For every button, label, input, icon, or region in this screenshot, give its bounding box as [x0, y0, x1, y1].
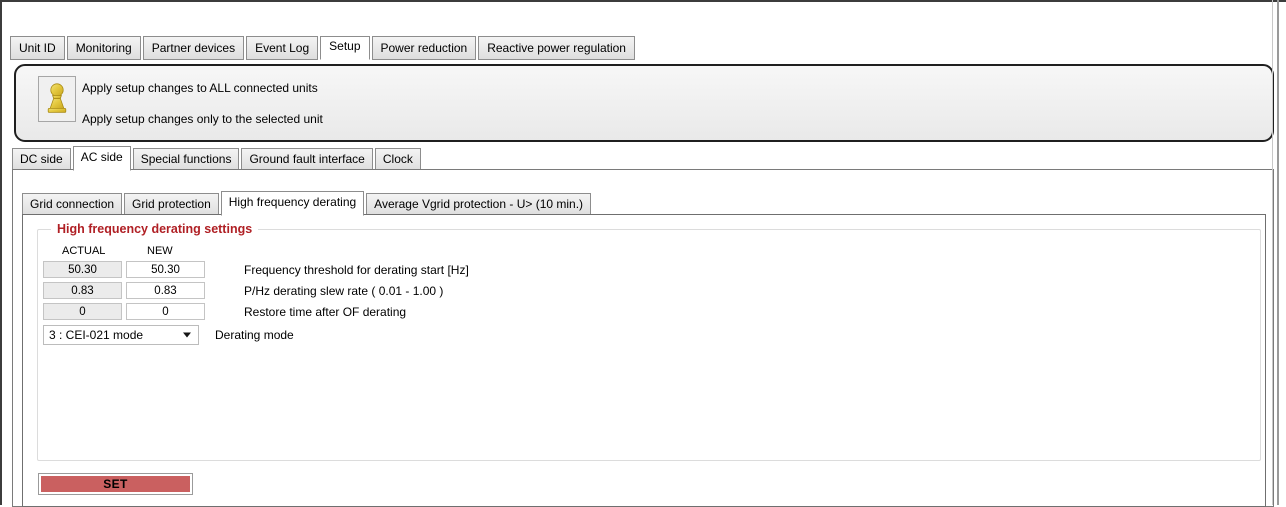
tab-event-log[interactable]: Event Log — [246, 36, 319, 60]
window-right-edge — [1277, 0, 1279, 505]
tab-clock[interactable]: Clock — [374, 148, 421, 171]
tab-power-reduction[interactable]: Power reduction — [371, 36, 477, 60]
apply-selected-unit-label[interactable]: Apply setup changes only to the selected… — [82, 111, 323, 127]
actual-slew-rate-field — [43, 282, 122, 299]
settings-rows: Frequency threshold for derating start [… — [43, 261, 469, 324]
tab-average-vgrid-protection[interactable]: Average Vgrid protection - U> (10 min.) — [366, 193, 592, 216]
actual-frequency-threshold-field — [43, 261, 122, 278]
tab-partner-devices[interactable]: Partner devices — [142, 36, 245, 60]
label-derating-mode: Derating mode — [215, 328, 294, 342]
tab-monitoring[interactable]: Monitoring — [66, 36, 141, 60]
actual-restore-time-field — [43, 303, 122, 320]
acdc-tabstrip: DC side AC side Special functions Ground… — [12, 146, 423, 171]
derating-mode-value: 3 : CEI-021 mode — [49, 328, 144, 342]
apply-setup-options: Apply setup changes to ALL connected uni… — [82, 80, 323, 142]
derating-mode-row: 3 : CEI-021 mode Derating mode — [43, 325, 294, 345]
pawn-icon[interactable] — [38, 76, 76, 122]
new-frequency-threshold-field[interactable] — [126, 261, 205, 278]
chevron-down-icon[interactable] — [183, 332, 191, 338]
set-button[interactable]: SET — [38, 473, 193, 495]
apply-all-units-label[interactable]: Apply setup changes to ALL connected uni… — [82, 80, 323, 96]
tab-high-frequency-derating[interactable]: High frequency derating — [220, 191, 365, 216]
window-inner-edge — [1272, 0, 1273, 505]
column-header-new: NEW — [147, 245, 173, 257]
column-header-actual: ACTUAL — [62, 245, 106, 257]
setting-row: Restore time after OF derating — [43, 303, 469, 320]
apply-setup-panel: Apply setup changes to ALL connected uni… — [14, 64, 1274, 142]
application-window: Unit ID Monitoring Partner devices Event… — [0, 0, 1286, 507]
tab-special-functions[interactable]: Special functions — [132, 148, 240, 171]
tab-ground-fault-interface[interactable]: Ground fault interface — [241, 148, 373, 171]
tab-ac-side[interactable]: AC side — [72, 146, 131, 171]
tab-unit-id[interactable]: Unit ID — [10, 36, 65, 60]
main-tabstrip: Unit ID Monitoring Partner devices Event… — [10, 36, 637, 60]
tab-reactive-power-regulation[interactable]: Reactive power regulation — [478, 36, 635, 60]
setting-row: P/Hz derating slew rate ( 0.01 - 1.00 ) — [43, 282, 469, 299]
tab-grid-protection[interactable]: Grid protection — [124, 193, 219, 216]
setting-row: Frequency threshold for derating start [… — [43, 261, 469, 278]
tab-dc-side[interactable]: DC side — [12, 148, 71, 171]
ac-settings-tabstrip: Grid connection Grid protection High fre… — [22, 191, 593, 216]
groupbox-title: High frequency derating settings — [51, 222, 259, 237]
label-frequency-threshold: Frequency threshold for derating start [… — [244, 262, 469, 277]
tab-grid-connection[interactable]: Grid connection — [22, 193, 123, 216]
tab-setup[interactable]: Setup — [320, 36, 370, 60]
label-slew-rate: P/Hz derating slew rate ( 0.01 - 1.00 ) — [244, 283, 444, 298]
new-slew-rate-field[interactable] — [126, 282, 205, 299]
new-restore-time-field[interactable] — [126, 303, 205, 320]
label-restore-time: Restore time after OF derating — [244, 304, 407, 319]
set-button-label: SET — [41, 476, 190, 492]
derating-mode-dropdown[interactable]: 3 : CEI-021 mode — [43, 325, 199, 345]
